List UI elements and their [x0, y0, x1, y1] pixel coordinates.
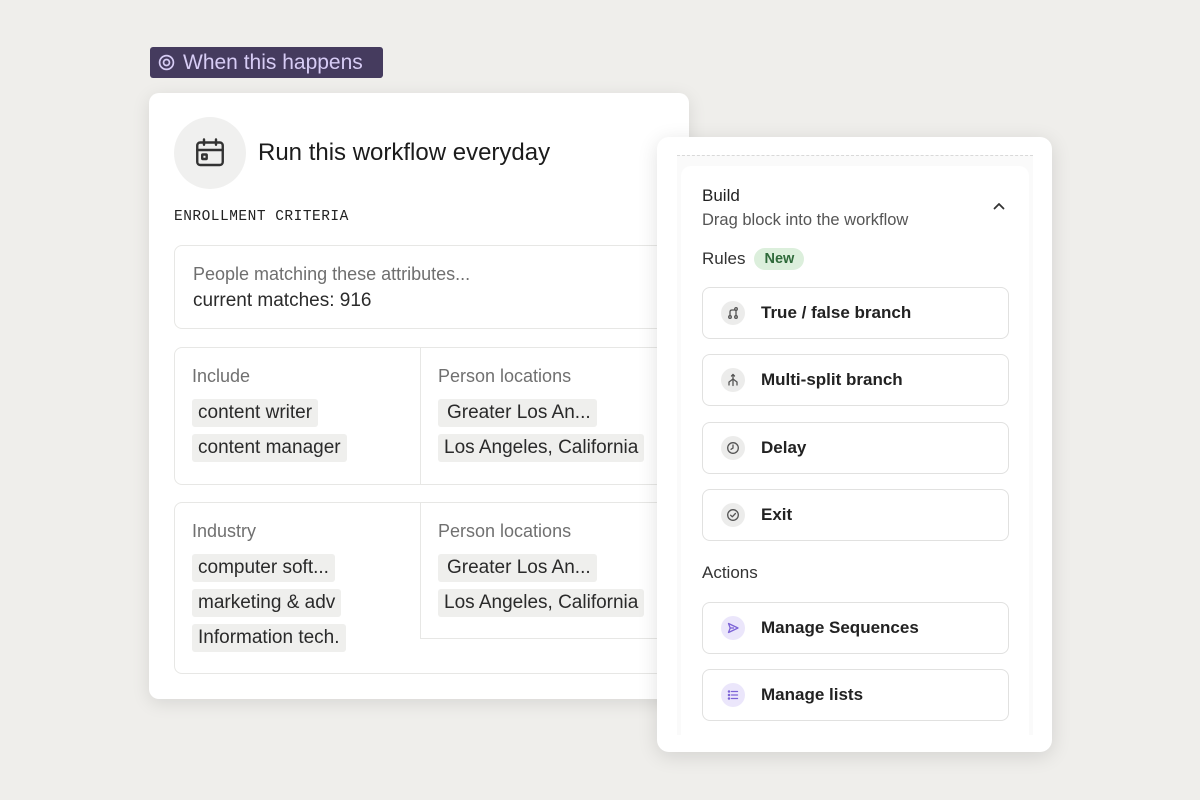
rules-section-label: Rules New — [702, 248, 805, 270]
criteria-column-include: Include content writer content manager — [175, 348, 420, 484]
target-icon — [158, 54, 175, 71]
criteria-chip[interactable]: Los Angeles, California — [438, 589, 645, 617]
actions-label: Actions — [702, 563, 758, 582]
criteria-chip[interactable]: content manager — [192, 434, 347, 462]
criteria-heading: Include — [192, 366, 251, 386]
block-label: Multi-split branch — [761, 370, 903, 389]
build-panel-card: Build Drag block into the workflow Rules… — [681, 166, 1029, 735]
build-panel: Build Drag block into the workflow Rules… — [657, 137, 1052, 752]
criteria-group[interactable]: Industry computer soft... marketing & ad… — [174, 502, 689, 674]
criteria-chip[interactable]: Information tech. — [192, 624, 346, 652]
criteria-heading: Person locations — [438, 366, 572, 386]
criteria-chip[interactable]: marketing & adv — [192, 589, 342, 617]
workflow-title: Run this workflow everyday — [258, 139, 551, 166]
split-icon — [728, 373, 738, 387]
send-icon-wrapper — [721, 616, 745, 640]
match-description: People matching these attributes... — [193, 264, 471, 284]
criteria-column-industry: Industry computer soft... marketing & ad… — [175, 503, 420, 673]
clock-icon-wrapper — [721, 436, 745, 460]
match-summary: People matching these attributes... curr… — [174, 245, 689, 329]
criteria-chip[interactable]: Los Angeles, California — [438, 434, 645, 462]
check-circle-icon-wrapper — [721, 503, 745, 527]
block-label: Delay — [761, 438, 807, 457]
criteria-chip[interactable]: Greater Los An... — [438, 399, 597, 427]
criteria-column-locations: Person locations Greater Los An... Los A… — [420, 503, 689, 639]
block-multi-split-branch[interactable]: Multi-split branch — [702, 354, 1009, 406]
calendar-icon — [196, 138, 224, 167]
new-badge: New — [754, 248, 805, 270]
block-manage-lists[interactable]: Manage lists — [702, 669, 1009, 721]
criteria-chip[interactable]: Greater Los An... — [438, 554, 597, 582]
build-subtitle: Drag block into the workflow — [702, 211, 909, 229]
block-manage-sequences[interactable]: Manage Sequences — [702, 602, 1009, 654]
branch-icon — [728, 307, 738, 319]
block-delay[interactable]: Delay — [702, 422, 1009, 474]
chevron-up-icon[interactable] — [991, 198, 1007, 214]
clock-icon — [727, 442, 739, 454]
current-matches: current matches: 916 — [193, 290, 372, 311]
block-label: True / false branch — [761, 303, 912, 322]
trigger-label: When this happens — [183, 50, 363, 74]
criteria-group[interactable]: Include content writer content manager P… — [174, 347, 689, 485]
criteria-chip[interactable]: computer soft... — [192, 554, 335, 582]
block-label: Manage lists — [761, 685, 864, 704]
build-panel-scroll-area[interactable]: Build Drag block into the workflow Rules… — [677, 155, 1033, 735]
rules-label: Rules — [702, 249, 746, 268]
list-icon-wrapper — [721, 683, 745, 707]
criteria-chip[interactable]: content writer — [192, 399, 319, 427]
split-icon-wrapper — [721, 368, 745, 392]
block-exit[interactable]: Exit — [702, 489, 1009, 541]
check-circle-icon — [727, 509, 739, 521]
send-icon — [727, 622, 739, 634]
actions-section-label: Actions — [702, 563, 758, 583]
trigger-tag: When this happens — [150, 47, 383, 78]
branch-icon-wrapper — [721, 301, 745, 325]
list-icon — [727, 690, 739, 700]
criteria-heading: Industry — [192, 521, 257, 541]
block-true-false-branch[interactable]: True / false branch — [702, 287, 1009, 339]
block-label: Manage Sequences — [761, 618, 919, 637]
build-title: Build — [702, 186, 740, 205]
criteria-column-locations: Person locations Greater Los An... Los A… — [420, 348, 689, 484]
enrollment-criteria-label: ENROLLMENT CRITERIA — [174, 209, 349, 225]
criteria-heading: Person locations — [438, 521, 572, 541]
calendar-icon-wrapper — [174, 117, 246, 189]
block-label: Exit — [761, 505, 793, 524]
workflow-trigger-card[interactable]: Run this workflow everyday ENROLLMENT CR… — [149, 93, 689, 699]
workflow-header: Run this workflow everyday — [174, 117, 550, 189]
